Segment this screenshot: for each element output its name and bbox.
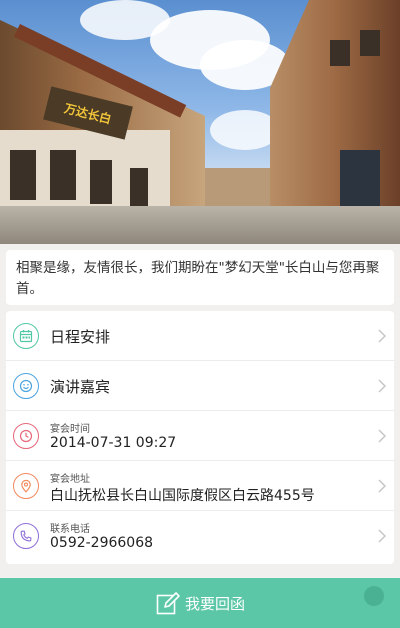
banquet-time-caption: 宴会时间 bbox=[50, 424, 90, 435]
edit-icon bbox=[156, 592, 180, 615]
speakers-row[interactable]: 演讲嘉宾 bbox=[6, 361, 394, 411]
invitation-message-text: 相聚是缘，友情很长，我们期盼在"梦幻天堂"长白山与您再聚首。 bbox=[16, 260, 380, 297]
banquet-address-caption: 宴会地址 bbox=[50, 474, 90, 485]
chevron-right-icon bbox=[378, 379, 386, 393]
floating-action-button[interactable] bbox=[364, 586, 384, 606]
rsvp-button[interactable]: 我要回函 bbox=[0, 578, 400, 628]
chevron-right-icon bbox=[378, 479, 386, 493]
hero-photo: 万达长白 bbox=[0, 0, 400, 244]
banquet-time-value: 2014-07-31 09:27 bbox=[50, 435, 177, 451]
banquet-address-value: 白山抚松县长白山国际度假区白云路455号 bbox=[50, 488, 315, 504]
contact-phone-row[interactable]: 联系电话 0592-2966068 bbox=[6, 511, 394, 561]
phone-icon bbox=[13, 523, 39, 549]
smile-icon bbox=[13, 373, 39, 399]
banquet-time-row[interactable]: 宴会时间 2014-07-31 09:27 bbox=[6, 411, 394, 461]
speakers-label: 演讲嘉宾 bbox=[50, 378, 111, 396]
invitation-message: 相聚是缘，友情很长，我们期盼在"梦幻天堂"长白山与您再聚首。 bbox=[6, 250, 394, 305]
contact-phone-caption: 联系电话 bbox=[50, 524, 90, 535]
rsvp-label: 我要回函 bbox=[184, 594, 245, 613]
contact-phone-value: 0592-2966068 bbox=[50, 535, 154, 551]
banquet-address-row[interactable]: 宴会地址 白山抚松县长白山国际度假区白云路455号 bbox=[6, 461, 394, 511]
chevron-right-icon bbox=[378, 329, 386, 343]
clock-icon bbox=[13, 423, 39, 449]
calendar-icon bbox=[13, 323, 39, 349]
schedule-label: 日程安排 bbox=[50, 328, 111, 346]
chevron-right-icon bbox=[378, 529, 386, 543]
chevron-right-icon bbox=[378, 429, 386, 443]
event-info-list: 日程安排 演讲嘉宾 宴会时间 2014-07-31 09:27 宴会地址 白山抚… bbox=[6, 311, 394, 564]
location-pin-icon bbox=[13, 473, 39, 499]
schedule-row[interactable]: 日程安排 bbox=[6, 311, 394, 361]
